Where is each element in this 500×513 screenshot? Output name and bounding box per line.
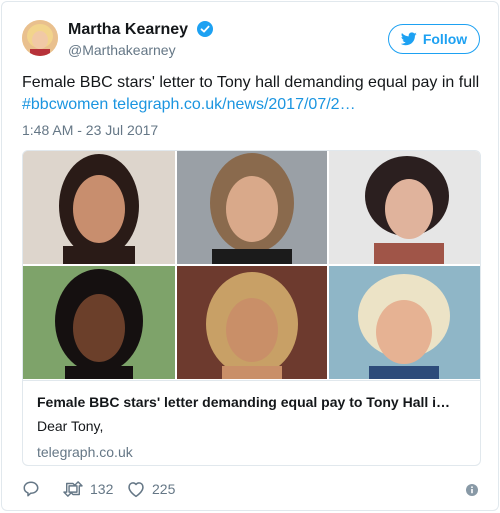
- retweet-button[interactable]: 132: [62, 480, 113, 498]
- card-image-grid: [23, 151, 480, 379]
- reply-icon: [23, 481, 39, 497]
- user-name[interactable]: Martha Kearney: [68, 20, 188, 40]
- card-photo-1: [23, 151, 175, 264]
- tweet-timestamp[interactable]: 1:48 AM - 23 Jul 2017: [22, 122, 158, 138]
- tweet-embed: Martha Kearney @Marthakearney Follow Fem…: [1, 1, 499, 511]
- card-photo-4: [23, 266, 175, 379]
- article-link[interactable]: telegraph.co.uk/news/2017/07/2…: [113, 96, 356, 113]
- tweet-text: Female BBC stars' letter to Tony hall de…: [22, 72, 482, 116]
- card-domain: telegraph.co.uk: [37, 444, 133, 460]
- user-info: Martha Kearney @Marthakearney: [68, 20, 213, 59]
- card-photo-2: [177, 151, 327, 264]
- tweet-body: Female BBC stars' letter to Tony hall de…: [22, 74, 480, 91]
- card-photo-3: [329, 151, 480, 264]
- heart-icon: [128, 482, 144, 498]
- tweet-header: Martha Kearney @Marthakearney Follow: [22, 20, 480, 62]
- info-icon[interactable]: [466, 484, 478, 496]
- follow-button[interactable]: Follow: [388, 24, 480, 54]
- card-title[interactable]: Female BBC stars' letter demanding equal…: [37, 393, 466, 411]
- retweet-icon: [63, 481, 83, 497]
- tweet-actions: 132 225: [22, 480, 478, 502]
- reply-button[interactable]: [22, 480, 40, 498]
- card-photo-5: [177, 266, 327, 379]
- avatar[interactable]: [22, 20, 58, 56]
- like-count: 225: [152, 481, 176, 497]
- user-handle[interactable]: @Marthakearney: [68, 41, 213, 59]
- like-button[interactable]: 225: [126, 480, 175, 498]
- link-card[interactable]: Female BBC stars' letter demanding equal…: [22, 150, 481, 466]
- follow-label: Follow: [422, 31, 468, 47]
- retweet-count: 132: [90, 481, 114, 497]
- card-photo-6: [329, 266, 480, 379]
- card-description: Dear Tony,: [37, 418, 104, 434]
- twitter-bird-icon: [400, 32, 417, 46]
- hashtag-link[interactable]: #bbcwomen: [22, 96, 108, 113]
- card-body: Female BBC stars' letter demanding equal…: [23, 380, 480, 465]
- verified-icon: [196, 21, 213, 37]
